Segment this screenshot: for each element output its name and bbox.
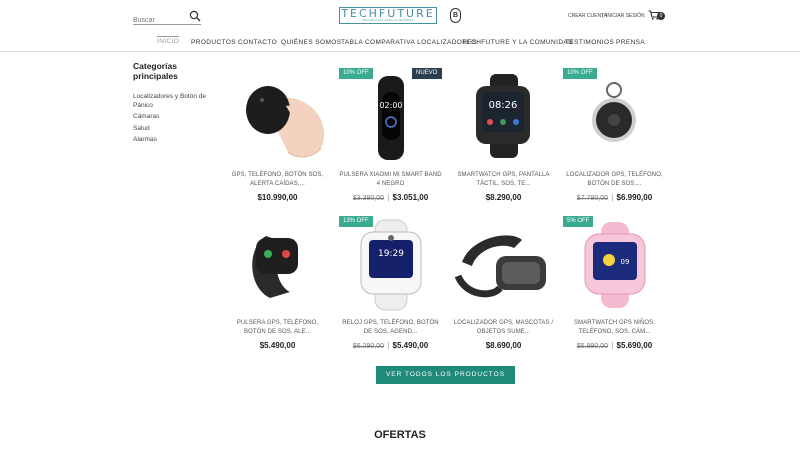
product-image[interactable] <box>226 216 329 312</box>
price-separator: | <box>611 193 614 202</box>
pet-tracker-image <box>454 235 546 298</box>
square-smartwatch-image: 08:26 <box>476 74 530 158</box>
svg-text:19:29: 19:29 <box>378 249 404 259</box>
current-price: $10.990,00 <box>257 193 298 202</box>
price-separator: | <box>611 341 614 350</box>
logo[interactable]: TECHFUTURE TECNOLOGÍA PARA CUIDARNOS <box>339 7 437 24</box>
logo-name: TECHFUTURE <box>341 7 435 20</box>
main-nav: INICIO PRODUCTOS CONTACTO QUIÉNES SOMOS … <box>0 36 800 52</box>
fitness-band-image: 02:00 <box>378 76 404 160</box>
product-price: $10.990,00 <box>226 193 329 202</box>
current-price: $6.990,00 <box>616 193 653 202</box>
white-kids-watch-image: 19:29 <box>360 219 422 311</box>
sidebar-title: Categorías principales <box>133 61 178 81</box>
product-image[interactable] <box>226 68 329 164</box>
search-box[interactable] <box>133 9 201 25</box>
category-sidebar: Categorías principales Localizadores y B… <box>133 61 218 148</box>
old-price: $6.290,00 <box>352 343 384 350</box>
product-image[interactable] <box>452 216 555 312</box>
nav-item-inicio[interactable]: INICIO <box>157 36 180 45</box>
nav-item-prensa[interactable]: PRENSA <box>616 39 645 46</box>
current-price: $5.690,00 <box>616 341 653 350</box>
product-name[interactable]: RELOJ GPS, TELÉFONO, BOTÓN DE SOS, AGEND… <box>339 319 442 337</box>
product-card[interactable]: LOCALIZADOR GPS, MASCOTAS / OBJETOS SUME… <box>452 216 555 350</box>
nav-item-productos[interactable]: PRODUCTOS <box>191 39 236 46</box>
product-name[interactable]: SMARTWATCH GPS NIÑOS, TELÉFONO, SOS, CÁM… <box>563 319 666 337</box>
current-price: $8.690,00 <box>485 341 522 350</box>
price-separator: | <box>387 341 390 350</box>
product-price: $7.790,00 | $6.990,00 <box>563 193 666 202</box>
product-card[interactable]: 08:26 SMARTWATCH GPS, PANTALLA TÁCTIL, S… <box>452 68 555 202</box>
pink-kids-watch-image: 09 <box>584 222 646 308</box>
login-link[interactable]: INICIAR SESIÓN <box>606 13 645 19</box>
product-name[interactable]: PULSERA XIAOMI MI SMART BAND 4 NEGRO <box>339 171 442 189</box>
sidebar-item-camaras[interactable]: Cámaras <box>133 113 218 122</box>
logo-tagline: TECNOLOGÍA PARA CUIDARNOS <box>362 19 414 22</box>
product-name[interactable]: LOCALIZADOR GPS, TELÉFONO, BOTÓN DE SOS,… <box>563 171 666 189</box>
product-price: $8.690,00 <box>452 341 555 350</box>
sidebar-item-salud[interactable]: Salud <box>133 125 218 134</box>
product-name[interactable]: GPS, TELÉFONO, BOTÓN SOS, ALERTA CAÍDAS,… <box>226 171 329 189</box>
product-price: $5.990,00 | $5.690,00 <box>563 341 666 350</box>
product-price: $8.290,00 <box>452 193 555 202</box>
old-price: $7.790,00 <box>576 195 608 202</box>
product-price: $3.390,00 | $3.051,00 <box>339 193 442 202</box>
discount-badge: 10% OFF <box>339 68 373 79</box>
nav-item-testimonios[interactable]: TESTIMONIOS <box>565 39 614 46</box>
product-card[interactable]: PULSERA GPS, TELÉFONO, BOTÓN DE SOS, ALE… <box>226 216 329 350</box>
svg-text:08:26: 08:26 <box>489 100 518 111</box>
current-price: $5.490,00 <box>392 341 429 350</box>
discount-badge: 5% OFF <box>563 216 594 227</box>
product-price: $6.290,00 | $5.490,00 <box>339 341 442 350</box>
current-price: $3.051,00 <box>392 193 429 202</box>
sidebar-item-localizadores[interactable]: Localizadores y Botón de Pánico <box>133 93 218 110</box>
pebble-tracker-image <box>246 86 325 158</box>
product-image[interactable]: 10% OFF <box>563 68 666 164</box>
nav-item-quienes-somos[interactable]: QUIÉNES SOMOS <box>281 39 341 46</box>
search-input[interactable] <box>133 17 185 24</box>
current-price: $8.290,00 <box>485 193 522 202</box>
old-price: $5.990,00 <box>576 343 608 350</box>
product-image[interactable]: 19:29 13% OFF <box>339 216 442 312</box>
old-price: $3.390,00 <box>352 195 384 202</box>
account-separator: | <box>602 13 604 19</box>
svg-text:09: 09 <box>621 258 630 266</box>
discount-badge: 13% OFF <box>339 216 373 227</box>
product-card[interactable]: 02:00 10% OFF NUEVO PULSERA XIAOMI MI SM… <box>339 68 442 202</box>
header: TECHFUTURE TECNOLOGÍA PARA CUIDARNOS B C… <box>0 0 800 36</box>
svg-text:02:00: 02:00 <box>379 101 402 110</box>
current-price: $5.490,00 <box>259 341 296 350</box>
product-name[interactable]: LOCALIZADOR GPS, MASCOTAS / OBJETOS SUME… <box>452 319 555 337</box>
search-icon[interactable] <box>189 10 201 22</box>
product-card[interactable]: 10% OFF LOCALIZADOR GPS, TELÉFONO, BOTÓN… <box>563 68 666 202</box>
product-price: $5.490,00 <box>226 341 329 350</box>
product-card[interactable]: GPS, TELÉFONO, BOTÓN SOS, ALERTA CAÍDAS,… <box>226 68 329 202</box>
bcorp-icon: B <box>450 8 461 23</box>
new-badge: NUEVO <box>412 68 442 79</box>
cart-count-badge: 0 <box>657 12 665 20</box>
product-card[interactable]: 09 5% OFF SMARTWATCH GPS NIÑOS, TELÉFONO… <box>563 216 666 350</box>
nav-item-comunidad[interactable]: TECHFUTURE Y LA COMUNIDAD <box>462 39 573 46</box>
product-name[interactable]: SMARTWATCH GPS, PANTALLA TÁCTIL, SOS, TE… <box>452 171 555 189</box>
product-name[interactable]: PULSERA GPS, TELÉFONO, BOTÓN DE SOS, ALE… <box>226 319 329 337</box>
nav-item-contacto[interactable]: CONTACTO <box>238 39 277 46</box>
key-tracker-image <box>592 82 636 142</box>
product-image[interactable]: 02:00 10% OFF NUEVO <box>339 68 442 164</box>
product-card[interactable]: 19:29 13% OFF RELOJ GPS, TELÉFONO, BOTÓN… <box>339 216 442 350</box>
product-image[interactable]: 09 5% OFF <box>563 216 666 312</box>
product-image[interactable]: 08:26 <box>452 68 555 164</box>
view-all-products-button[interactable]: VER TODOS LOS PRODUCTOS <box>376 366 515 384</box>
discount-badge: 10% OFF <box>563 68 597 79</box>
sidebar-item-alarmas[interactable]: Alarmas <box>133 136 218 145</box>
price-separator: | <box>387 193 390 202</box>
ofertas-heading: OFERTAS <box>374 429 426 441</box>
nav-item-tabla-comparativa[interactable]: TABLA COMPARATIVA LOCALIZADORES <box>341 39 477 46</box>
sos-wristband-image <box>252 236 298 298</box>
